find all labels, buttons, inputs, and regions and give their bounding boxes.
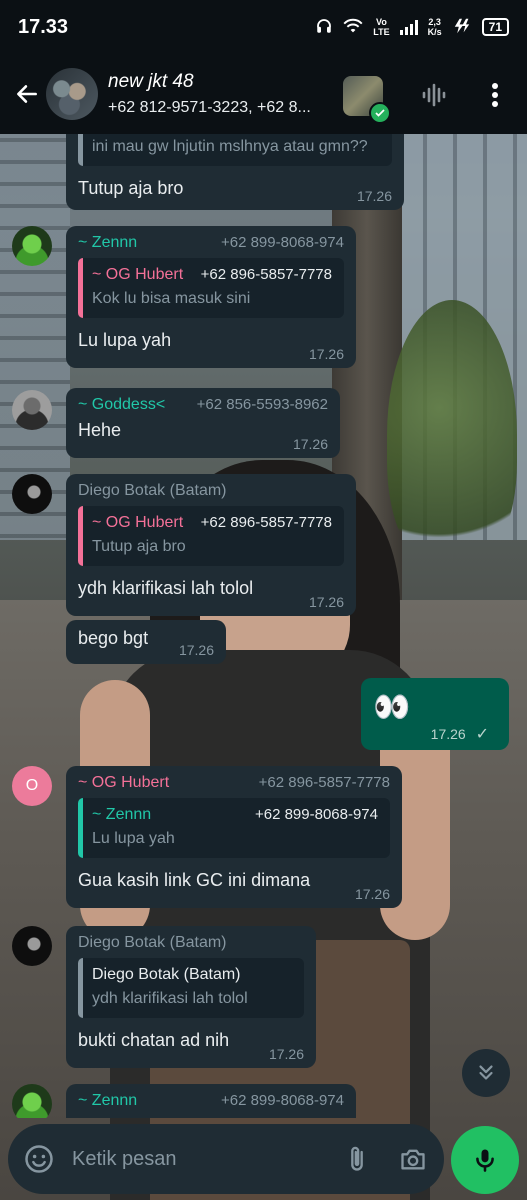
check-badge-icon (369, 102, 391, 124)
avatar[interactable]: O (12, 766, 52, 806)
quoted-phone: +62 896-5857-7778 (200, 514, 332, 531)
message-bubble[interactable]: ~ OG Hubert +62 896-5857-7778 ~ Zennn +6… (66, 766, 402, 908)
avatar[interactable] (12, 926, 52, 966)
message-bubble[interactable]: ~ Zennn +62 899-8068-974 ~ OG Hubert +62… (66, 226, 356, 368)
headphones-icon (315, 17, 333, 38)
quoted-text: ydh klarifikasi lah tolol (92, 990, 248, 1007)
message-text: 👀 (373, 691, 411, 724)
mic-icon[interactable] (451, 1126, 519, 1194)
message-list[interactable]: ini mau gw lnjutin mslhnya atau gmn?? Tu… (0, 134, 527, 1118)
arrow-left-icon[interactable] (10, 77, 44, 111)
quoted-text: Tutup aja bro (92, 538, 186, 555)
volte-label: Vo (376, 17, 387, 27)
message-time: 17.26 (354, 886, 390, 902)
quoted-message[interactable]: Diego Botak (Batam) ydh klarifikasi lah … (78, 958, 304, 1018)
sender-name[interactable]: ~ Zennn (78, 1092, 137, 1110)
wifi-icon (343, 18, 363, 37)
message-time: 17.26 (308, 346, 344, 362)
quoted-message[interactable]: ~ Zennn +62 899-8068-974 Lu lupa yah (78, 798, 390, 858)
quoted-message[interactable]: ~ OG Hubert +62 896-5857-7778 Tutup aja … (78, 506, 344, 566)
message-input[interactable] (72, 1147, 340, 1171)
message-time-value: 17.26 (430, 726, 466, 742)
emoji-icon[interactable] (22, 1142, 56, 1176)
battery-level: 71 (481, 18, 509, 36)
avatar[interactable] (12, 1084, 52, 1118)
quoted-message[interactable]: ini mau gw lnjutin mslhnya atau gmn?? (78, 134, 392, 166)
chat-header: new jkt 48 +62 812-9571-3223, +62 8... (0, 54, 527, 134)
avatar-letter: O (25, 777, 39, 794)
group-info[interactable]: new jkt 48 +62 812-9571-3223, +62 8... (108, 71, 334, 117)
status-time: 17.33 (18, 15, 69, 38)
avatar[interactable] (12, 390, 52, 430)
message-bubble[interactable]: ~ Goddess< +62 856-5593-8962 Hehe 17.26 (66, 388, 340, 458)
group-avatar[interactable] (46, 68, 98, 120)
quoted-message[interactable]: ~ OG Hubert +62 896-5857-7778 Kok lu bis… (78, 258, 344, 318)
quoted-sender: ~ Zennn (92, 806, 152, 823)
message-text: Lu lupa yah (78, 330, 172, 350)
quoted-phone: +62 896-5857-7778 (200, 266, 332, 283)
quoted-sender: Diego Botak (Batam) (92, 966, 241, 983)
quoted-sender: ~ OG Hubert (92, 514, 184, 531)
message-text: ydh klarifikasi lah tolol (78, 578, 254, 598)
sender-name[interactable]: ~ Goddess< (78, 396, 165, 414)
message-bubble[interactable]: ~ Zennn +62 899-8068-974 (66, 1084, 356, 1118)
message-bubble[interactable]: Diego Botak (Batam) Diego Botak (Batam) … (66, 926, 316, 1068)
more-vert-icon[interactable] (478, 78, 512, 112)
sender-phone: +62 899-8068-974 (220, 1092, 344, 1109)
message-bubble[interactable]: Diego Botak (Batam) ~ OG Hubert +62 896-… (66, 474, 356, 616)
sender-name[interactable]: Diego Botak (Batam) (78, 934, 227, 952)
quoted-text: ini mau gw lnjutin mslhnya atau gmn?? (92, 138, 368, 155)
quoted-phone: +62 899-8068-974 (254, 806, 378, 823)
message-time: 17.26 (292, 436, 328, 452)
sender-name[interactable]: ~ Zennn (78, 234, 137, 252)
lte-label: LTE (373, 27, 390, 37)
avatar[interactable] (12, 226, 52, 266)
message-time: 17.26 (308, 594, 344, 610)
community-icon[interactable] (343, 76, 391, 124)
quoted-text: Kok lu bisa masuk sini (92, 290, 251, 307)
bolt-icon (452, 18, 472, 37)
message-bubble[interactable]: bego bgt 17.26 (66, 620, 226, 664)
message-time: 17.26 (356, 188, 392, 204)
message-bubble[interactable]: ini mau gw lnjutin mslhnya atau gmn?? Tu… (66, 134, 404, 210)
sender-phone: +62 896-5857-7778 (258, 774, 390, 791)
message-time: 17.26 (268, 1046, 304, 1062)
avatar[interactable] (12, 474, 52, 514)
network-speed: 2,3 K/s (428, 17, 442, 37)
message-time: 17.26 ✓ (431, 724, 489, 744)
camera-icon[interactable] (396, 1142, 430, 1176)
sender-name[interactable]: ~ OG Hubert (78, 774, 169, 792)
group-members: +62 812-9571-3223, +62 8... (108, 99, 311, 116)
signal-icon (399, 19, 418, 35)
group-title: new jkt 48 (108, 71, 194, 92)
message-composer (8, 1124, 444, 1194)
outgoing-message-bubble[interactable]: 👀 17.26 ✓ (361, 678, 509, 750)
status-bar: 17.33 Vo LTE 2,3 K/s 71 (0, 0, 527, 54)
sender-phone: +62 856-5593-8962 (196, 396, 328, 413)
quoted-sender: ~ OG Hubert (92, 266, 184, 283)
message-text: Gua kasih link GC ini dimana (78, 870, 311, 890)
message-time: 17.26 (178, 642, 214, 658)
network-speed-unit: K/s (427, 27, 442, 37)
network-speed-value: 2,3 (428, 17, 441, 27)
sender-name[interactable]: Diego Botak (Batam) (78, 482, 227, 500)
message-text: Hehe (78, 420, 122, 440)
paperclip-icon[interactable] (340, 1142, 374, 1176)
sent-tick-icon: ✓ (475, 726, 489, 743)
double-chevron-down-icon[interactable] (462, 1049, 510, 1097)
quoted-text: Lu lupa yah (92, 830, 175, 847)
sender-phone: +62 899-8068-974 (220, 234, 344, 251)
audio-wave-icon[interactable] (417, 78, 451, 112)
message-text: Tutup aja bro (78, 178, 184, 198)
volte-indicator: Vo LTE (373, 17, 389, 37)
